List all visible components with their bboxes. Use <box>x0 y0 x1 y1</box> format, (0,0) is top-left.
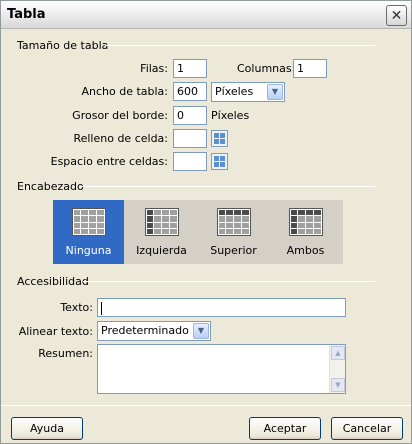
padding-input[interactable] <box>173 129 207 148</box>
header-option-label: Superior <box>210 244 257 257</box>
columns-input[interactable]: 1 <box>293 59 327 78</box>
width-unit-value: Píxeles <box>215 85 254 98</box>
cell-padding-icon <box>211 130 228 147</box>
chevron-down-icon[interactable]: ▼ <box>267 84 283 100</box>
close-button[interactable]: ✕ <box>386 5 407 26</box>
summary-scrollbar[interactable]: ▲ ▼ <box>329 345 345 393</box>
dialog-title: Tabla <box>7 7 46 22</box>
scroll-down-icon[interactable]: ▼ <box>331 378 345 392</box>
columns-label: Columnas: <box>237 62 296 75</box>
table-size-divider <box>105 45 375 46</box>
title-bar[interactable]: Tabla ✕ <box>1 1 411 29</box>
summary-label: Resumen: <box>38 347 93 360</box>
header-option-both[interactable]: Ambos <box>270 200 341 264</box>
ok-button[interactable]: Aceptar <box>249 417 321 440</box>
header-option-label: Ninguna <box>65 244 112 257</box>
align-select[interactable]: Predeterminado ▼ <box>97 321 211 341</box>
width-input[interactable]: 600 <box>173 82 207 101</box>
text-input[interactable] <box>97 298 346 317</box>
header-option-label: Izquierda <box>136 244 187 257</box>
text-label: Texto: <box>60 301 93 314</box>
cell-spacing-icon <box>211 153 228 170</box>
width-unit-select[interactable]: Píxeles ▼ <box>211 82 285 102</box>
rows-label: Filas: <box>140 62 168 75</box>
header-option-none[interactable]: Ninguna <box>53 200 124 264</box>
footer-divider <box>1 405 411 406</box>
table-none-icon <box>71 208 106 236</box>
accessibility-legend: Accesibilidad <box>17 275 89 288</box>
summary-textarea[interactable]: ▲ ▼ <box>97 344 346 394</box>
header-divider <box>81 186 375 187</box>
help-button[interactable]: Ayuda <box>11 417 83 440</box>
spacing-label: Espacio entre celdas: <box>50 155 168 168</box>
border-label: Grosor del borde: <box>72 109 168 122</box>
table-size-legend: Tamaño de tabla <box>17 39 109 52</box>
width-label: Ancho de tabla: <box>81 85 168 98</box>
header-option-left[interactable]: Izquierda <box>126 200 197 264</box>
padding-label: Relleno de celda: <box>73 132 168 145</box>
border-input[interactable]: 0 <box>173 106 207 125</box>
align-label: Alinear texto: <box>18 325 93 338</box>
header-legend: Encabezado <box>17 180 84 193</box>
text-cursor <box>101 301 102 315</box>
spacing-input[interactable] <box>173 152 207 171</box>
align-value: Predeterminado <box>101 324 189 337</box>
header-option-label: Ambos <box>286 244 325 257</box>
close-icon: ✕ <box>390 7 403 24</box>
table-both-header-icon <box>288 208 323 236</box>
scroll-up-icon[interactable]: ▲ <box>331 346 345 360</box>
border-unit-label: Píxeles <box>211 109 250 122</box>
table-left-header-icon <box>144 208 179 236</box>
rows-input[interactable]: 1 <box>173 59 207 78</box>
table-dialog: Tabla ✕ Tamaño de tabla Filas: 1 Columna… <box>0 0 412 444</box>
chevron-down-icon[interactable]: ▼ <box>193 323 209 339</box>
header-option-top[interactable]: Superior <box>198 200 269 264</box>
cancel-button[interactable]: Cancelar <box>331 417 403 440</box>
table-top-header-icon <box>216 208 251 236</box>
accessibility-divider <box>83 281 375 282</box>
